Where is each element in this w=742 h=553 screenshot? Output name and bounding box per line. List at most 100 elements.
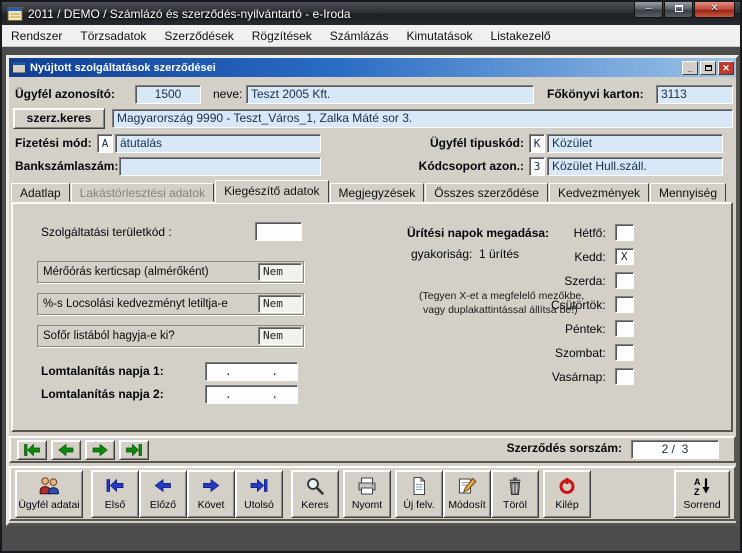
delete-button[interactable]: Töröl	[491, 470, 539, 518]
prev-button[interactable]: Előző	[139, 470, 187, 518]
saturday-checkbox[interactable]	[615, 344, 634, 361]
customer-type-code-field[interactable]: K	[529, 134, 545, 153]
toolbar-button-label: Előző	[150, 499, 176, 511]
service-area-code-field[interactable]	[255, 222, 302, 241]
friday-label: Péntek:	[565, 322, 606, 336]
code-group-field[interactable]: Közület Hull.száll.	[547, 157, 723, 176]
toolbar: Ügyfél adatai Első	[9, 466, 736, 521]
code-group-code-field[interactable]: 3	[529, 157, 545, 176]
service-area-code-label: Szolgáltatási területkód :	[41, 223, 172, 242]
tab-kedvezmenyek[interactable]: Kedvezmények	[549, 183, 649, 202]
next-record-icon	[91, 443, 109, 457]
wednesday-checkbox[interactable]	[615, 272, 634, 289]
toolbar-button-label: Kilép	[555, 499, 578, 511]
thursday-checkbox[interactable]	[615, 296, 634, 313]
customer-id-label: Ügyfél azonosító:	[15, 85, 115, 104]
contracts-window: Nyújtott szolgáltatások szerződései _ ✕ …	[6, 55, 739, 526]
nav-prev-button[interactable]	[51, 440, 81, 460]
wednesday-label: Szerda:	[564, 274, 605, 288]
tab-kiegeszito-adatok[interactable]: Kiegészítő adatok	[215, 180, 328, 203]
minimize-button[interactable]: –	[634, 2, 663, 18]
address-field[interactable]: Magyarország 9990 - Teszt_Város_1, Zalka…	[112, 109, 733, 128]
meter-tap-value-field[interactable]: Nem	[258, 263, 302, 281]
payment-method-code-field[interactable]: A	[97, 134, 113, 153]
watering-discount-label: %-s Locsolási kedvezményt letiltja-e	[43, 298, 258, 310]
contract-form: Ügyfél azonosító: 1500 neve: Teszt 2005 …	[9, 77, 736, 523]
sunday-checkbox[interactable]	[615, 368, 634, 385]
last-button[interactable]: Utolsó	[235, 470, 283, 518]
exit-button[interactable]: Kilép	[543, 470, 591, 518]
child-minimize-button[interactable]: _	[682, 61, 698, 75]
close-button[interactable]: ✕	[694, 2, 735, 18]
contract-search-button[interactable]: szerz.keres	[13, 108, 105, 129]
titlebar[interactable]: 2011 / DEMO / Számlázó és szerződés-nyil…	[2, 2, 740, 25]
driver-list-label: Sofőr listából hagyja-e ki?	[43, 330, 258, 342]
friday-checkbox[interactable]	[615, 320, 634, 337]
child-titlebar[interactable]: Nyújtott szolgáltatások szerződései _ ✕	[9, 58, 736, 77]
junk-removal-2-date-field[interactable]: . .	[205, 385, 298, 404]
nav-first-button[interactable]	[17, 440, 47, 460]
sort-button[interactable]: A Z Sorrend	[674, 470, 730, 518]
first-arrow-icon	[105, 474, 125, 498]
modify-button[interactable]: Módosít	[443, 470, 491, 518]
tab-megjegyzesek[interactable]: Megjegyzések	[330, 183, 425, 202]
junk-removal-1-date-field[interactable]: . .	[205, 362, 298, 381]
menu-torzsadatok[interactable]: Törzsadatok	[71, 25, 155, 46]
monday-checkbox[interactable]	[615, 224, 634, 241]
bank-account-label: Bankszámlaszám:	[15, 157, 118, 176]
emptying-days-title: Ürítési napok megadása:	[407, 224, 549, 243]
tab-osszes-szerzodese[interactable]: Összes szerződése	[425, 183, 548, 202]
child-maximize-icon	[705, 65, 712, 71]
customer-type-label: Ügyfél tipuskód:	[414, 134, 524, 153]
nav-last-button[interactable]	[119, 440, 149, 460]
payment-method-field[interactable]: átutalás	[115, 134, 321, 153]
customer-type-field[interactable]: Közület	[547, 134, 723, 153]
toolbar-button-label: Első	[105, 499, 125, 511]
app-icon	[7, 6, 23, 22]
users-icon	[38, 474, 60, 498]
first-record-icon	[23, 443, 41, 457]
toolbar-button-label: Utolsó	[244, 499, 274, 511]
search-button[interactable]: Keres	[291, 470, 339, 518]
tab-mennyiseg[interactable]: Mennyiség	[650, 183, 726, 202]
customer-data-button[interactable]: Ügyfél adatai	[15, 470, 83, 518]
code-group-label: Kódcsoport azon.:	[407, 157, 524, 176]
customer-name-field[interactable]: Teszt 2005 Kft.	[246, 85, 534, 104]
menu-szamlazas[interactable]: Számlázás	[321, 25, 398, 46]
toolbar-button-label: Sorrend	[683, 499, 720, 511]
nav-next-button[interactable]	[85, 440, 115, 460]
toolbar-button-label: Új felv.	[403, 499, 434, 511]
first-button[interactable]: Első	[91, 470, 139, 518]
toolbar-button-label: Követ	[198, 499, 225, 511]
tab-bar: Adatlap Lakástörlesztési adatok Kiegészí…	[11, 180, 727, 202]
window-title: 2011 / DEMO / Számlázó és szerződés-nyil…	[28, 7, 351, 21]
meter-tap-label: Mérőórás kerticsap (almérőként)	[43, 266, 258, 278]
child-maximize-button[interactable]	[700, 61, 716, 75]
menu-listakezelo[interactable]: Listakezelő	[482, 25, 560, 46]
thursday-label: Csütörtök:	[551, 298, 606, 312]
bank-account-field[interactable]	[119, 157, 321, 176]
watering-discount-value-field[interactable]: Nem	[258, 295, 302, 313]
tuesday-label: Kedd:	[574, 250, 605, 264]
child-close-button[interactable]: ✕	[718, 61, 734, 75]
driver-list-value-field[interactable]: Nem	[258, 327, 302, 345]
menu-rendszer[interactable]: Rendszer	[2, 25, 71, 46]
tuesday-checkbox[interactable]: X	[615, 248, 634, 265]
contract-number-label: Szerződés sorszám:	[507, 441, 622, 455]
name-label: neve:	[213, 85, 242, 104]
tab-adatlap[interactable]: Adatlap	[11, 183, 70, 202]
contract-number-field[interactable]: 2 / 3	[631, 440, 719, 459]
new-document-icon	[409, 474, 429, 498]
new-record-button[interactable]: Új felv.	[395, 470, 443, 518]
menu-szerzodesek[interactable]: Szerződések	[155, 25, 242, 46]
menu-kimutatasok[interactable]: Kimutatások	[397, 25, 481, 46]
next-button[interactable]: Követ	[187, 470, 235, 518]
day-row-saturday: Szombat:	[551, 344, 634, 361]
customer-id-field[interactable]: 1500	[135, 85, 201, 104]
trash-icon	[505, 474, 525, 498]
maximize-button[interactable]	[664, 2, 693, 18]
menu-rogzitesek[interactable]: Rögzítések	[243, 25, 321, 46]
print-button[interactable]: Nyomt	[343, 470, 391, 518]
svg-text:Z: Z	[694, 487, 700, 496]
ledger-card-field[interactable]: 3113	[656, 85, 733, 104]
